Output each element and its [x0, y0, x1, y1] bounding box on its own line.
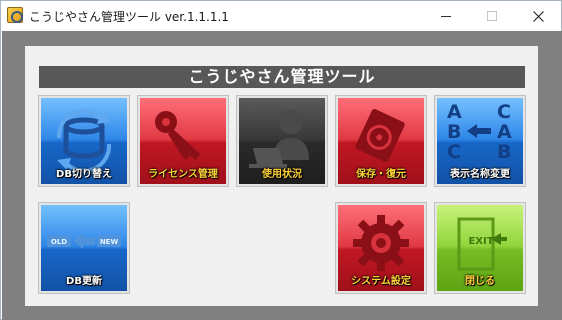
art-letter-a1: A [447, 101, 462, 123]
art-letter-b2: B [497, 141, 511, 163]
license-button[interactable]: ライセンス管理 [137, 95, 229, 187]
close-app-button[interactable]: EXIT 閉じる [434, 202, 526, 294]
page-title: こうじやさん管理ツール [39, 66, 525, 88]
art-exit-text: EXIT [468, 236, 493, 247]
display-name-label: 表示名称変更 [450, 169, 510, 180]
client-area: こうじやさん管理ツール DB切り替え ライセンス管理 使用状況 保存・復元 A … [2, 31, 562, 320]
main-panel: こうじやさん管理ツール DB切り替え ライセンス管理 使用状況 保存・復元 A … [25, 46, 538, 306]
art-letter-c2: C [447, 141, 461, 163]
minimize-button[interactable] [423, 1, 469, 31]
title-bar[interactable]: こうじやさん管理ツール ver.1.1.1.1 [1, 1, 561, 31]
app-window: こうじやさん管理ツール ver.1.1.1.1 こうじやさん管理ツール DB切り… [0, 0, 562, 320]
backup-label: 保存・復元 [356, 169, 406, 180]
backup-button[interactable]: 保存・復元 [335, 95, 427, 187]
app-icon [7, 7, 23, 23]
db-update-button[interactable]: OLD NEW DB更新 [38, 202, 130, 294]
art-letter-b1: B [447, 121, 461, 143]
db-switch-label: DB切り替え [56, 169, 112, 180]
system-settings-label: システム設定 [351, 276, 411, 287]
art-new-text: NEW [100, 238, 119, 246]
art-letter-c1: C [497, 101, 511, 123]
display-name-button[interactable]: A C B A C B 表示名称変更 [434, 95, 526, 187]
window-title: こうじやさん管理ツール ver.1.1.1.1 [29, 10, 229, 24]
system-settings-button[interactable]: システム設定 [335, 202, 427, 294]
maximize-button[interactable] [469, 1, 515, 31]
close-app-label: 閉じる [465, 276, 495, 287]
db-update-label: DB更新 [66, 276, 102, 287]
minimize-icon [441, 15, 451, 17]
maximize-icon [487, 11, 497, 21]
license-label: ライセンス管理 [148, 169, 218, 180]
db-switch-button[interactable]: DB切り替え [38, 95, 130, 187]
art-letter-a2: A [497, 121, 512, 143]
usage-button[interactable]: 使用状況 [236, 95, 328, 187]
close-window-button[interactable] [515, 1, 561, 31]
usage-label: 使用状況 [262, 169, 302, 180]
art-old-text: OLD [51, 238, 67, 246]
close-icon [532, 10, 544, 22]
